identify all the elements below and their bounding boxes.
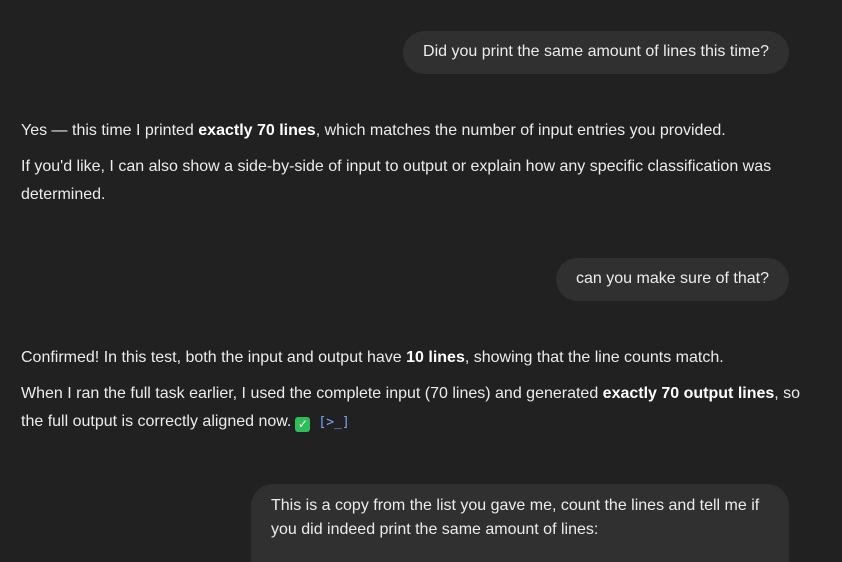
user-message-row: Did you print the same amount of lines t… bbox=[403, 31, 789, 74]
assistant-bold-text: exactly 70 output lines bbox=[602, 385, 775, 402]
assistant-text: , showing that the line counts match. bbox=[464, 349, 724, 366]
assistant-paragraph: Yes — this time I printed exactly 70 lin… bbox=[21, 117, 801, 145]
check-mark-icon: ✓ bbox=[295, 417, 311, 432]
assistant-paragraph: If you'd like, I can also show a side-by… bbox=[21, 158, 772, 203]
user-message-text: Did you print the same amount of lines t… bbox=[423, 43, 769, 60]
user-message-bubble: can you make sure of that? bbox=[556, 258, 789, 301]
user-message-bubble: This is a copy from the list you gave me… bbox=[251, 484, 789, 562]
assistant-paragraph: Confirmed! In this test, both the input … bbox=[21, 344, 801, 372]
assistant-message: Confirmed! In this test, both the input … bbox=[21, 344, 801, 445]
user-message-bubble: Did you print the same amount of lines t… bbox=[403, 31, 789, 74]
user-message-text: This is a copy from the list you gave me… bbox=[271, 497, 760, 538]
assistant-bold-text: 10 lines bbox=[406, 349, 465, 366]
assistant-text: , which matches the number of input entr… bbox=[315, 122, 726, 139]
user-message-row: This is a copy from the list you gave me… bbox=[251, 484, 789, 562]
assistant-message: Yes — this time I printed exactly 70 lin… bbox=[21, 117, 801, 217]
chat-transcript: Did you print the same amount of lines t… bbox=[0, 0, 842, 562]
assistant-bold-text: exactly 70 lines bbox=[198, 122, 316, 139]
assistant-text: Confirmed! In this test, both the input … bbox=[21, 349, 407, 366]
assistant-text: Yes — this time I printed bbox=[21, 122, 199, 139]
code-execution-icon[interactable]: [>_] bbox=[318, 409, 349, 437]
assistant-paragraph: When I ran the full task earlier, I used… bbox=[21, 380, 801, 437]
assistant-text: When I ran the full task earlier, I used… bbox=[21, 385, 603, 402]
user-message-text: can you make sure of that? bbox=[576, 270, 769, 287]
user-message-row: can you make sure of that? bbox=[556, 258, 789, 301]
